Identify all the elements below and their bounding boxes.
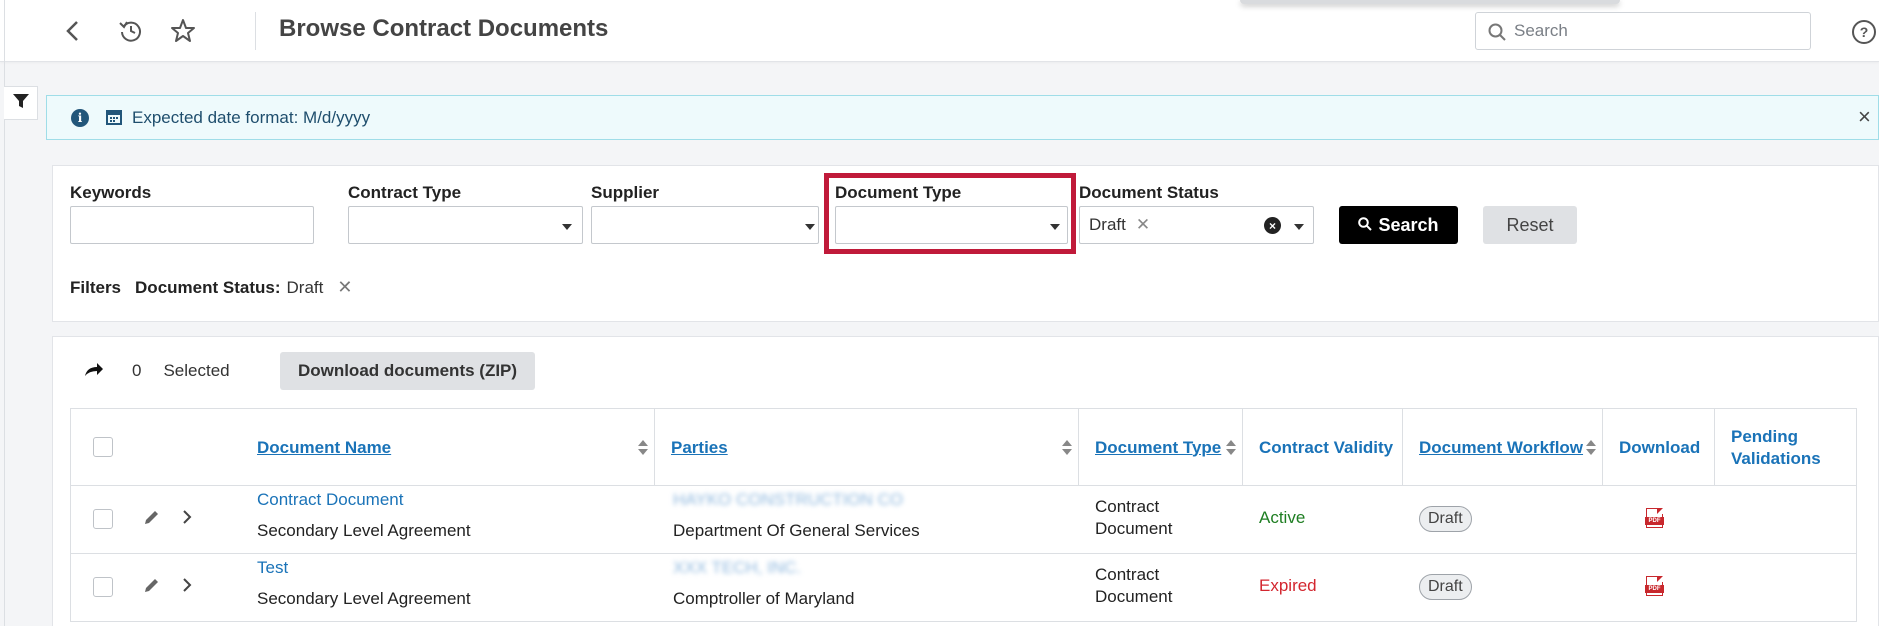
document-name-link[interactable]: Contract Document [257,490,403,510]
selection-summary: 0 Selected [84,352,230,390]
document-subtitle: Secondary Level Agreement [257,521,471,540]
pdf-download-icon[interactable]: PDF [1645,508,1664,528]
document-subtitle: Secondary Level Agreement [257,589,471,608]
table-row: Contract Document Secondary Level Agreem… [71,486,1856,554]
column-document-type[interactable]: Document Type [1079,409,1243,486]
edit-icon[interactable] [143,508,161,531]
back-icon[interactable] [56,14,90,48]
row-checkbox[interactable] [93,577,113,597]
table-row: Test Secondary Level Agreement XXX TECH,… [71,554,1856,622]
active-filter-key: Document Status: [135,277,281,297]
selected-label: Selected [163,361,230,380]
chip-remove-icon[interactable]: ✕ [1136,215,1150,235]
keywords-input[interactable] [70,206,314,244]
star-icon[interactable] [166,14,200,48]
active-filter-value: Draft [286,277,324,297]
overlay-shadow [1240,0,1620,4]
expand-chevron-icon[interactable] [181,576,193,599]
top-header: Browse Contract Documents Search ? [0,0,1879,62]
party-primary: HAYKO CONSTRUCTION CO [673,490,904,509]
edit-icon[interactable] [143,576,161,599]
document-status-label: Document Status [1079,183,1219,202]
document-status-select[interactable]: Draft ✕ × [1079,206,1314,244]
calendar-icon [105,108,123,131]
keywords-label: Keywords [70,183,152,202]
document-name-link[interactable]: Test [257,558,288,578]
reset-button[interactable]: Reset [1483,206,1577,244]
chevron-down-icon [1294,224,1304,230]
validity-status: Active [1259,508,1306,527]
select-all-cell [71,409,241,486]
contract-type-select[interactable] [348,206,583,244]
expand-chevron-icon[interactable] [181,508,193,531]
column-document-name[interactable]: Document Name [241,409,655,486]
workflow-badge: Draft [1419,506,1472,532]
party-primary: XXX TECH, INC. [673,558,802,577]
sort-icon[interactable] [1062,440,1072,456]
party-secondary: Department Of General Services [673,521,920,540]
status-chip-label: Draft [1089,215,1126,234]
chevron-down-icon [562,224,572,230]
global-search-placeholder: Search [1514,21,1568,40]
column-parties[interactable]: Parties [655,409,1079,486]
search-button[interactable]: Search [1339,206,1458,244]
clear-icon[interactable]: × [1264,217,1281,234]
banner-close-icon[interactable]: × [1858,104,1871,130]
pdf-download-icon[interactable]: PDF [1645,576,1664,596]
table-header: Document Name Parties Document Type Cont… [71,409,1856,486]
sort-icon[interactable] [1586,440,1596,456]
funnel-icon [12,92,30,115]
filter-toggle-button[interactable] [4,86,38,120]
column-contract-validity: Contract Validity [1243,409,1403,486]
help-icon[interactable]: ? [1852,20,1876,44]
history-icon[interactable] [114,14,148,48]
contract-type-label: Contract Type [348,183,462,202]
search-icon [1358,215,1373,236]
documents-table: Document Name Parties Document Type Cont… [70,408,1857,622]
sort-icon[interactable] [1226,440,1236,456]
banner-text: Expected date format: M/d/yyyy [132,108,371,127]
supplier-select[interactable] [591,206,819,244]
filters-label: Filters [70,277,122,297]
sort-icon[interactable] [638,440,648,456]
global-search-input[interactable]: Search [1475,12,1811,50]
active-filters: Filters Document Status: Draft ✕ [70,277,352,298]
search-button-label: Search [1378,214,1439,235]
page-title: Browse Contract Documents [279,15,609,42]
info-banner: i Expected date format: M/d/yyyy × [46,95,1879,140]
search-icon [1488,23,1506,46]
party-secondary: Comptroller of Maryland [673,589,855,608]
validity-status: Expired [1259,576,1317,595]
supplier-label: Supplier [591,183,660,202]
document-type-value: Contract Document [1095,565,1173,606]
selected-count: 0 [132,361,142,380]
info-icon: i [71,109,89,127]
select-all-checkbox[interactable] [93,437,113,457]
chevron-down-icon [805,224,815,230]
share-icon[interactable] [84,361,104,382]
header-divider [255,12,256,50]
document-type-value: Contract Document [1095,497,1173,538]
status-chip: Draft ✕ [1089,213,1150,237]
workflow-badge: Draft [1419,574,1472,600]
document-type-highlight [824,173,1076,254]
column-download: Download [1603,409,1715,486]
row-checkbox[interactable] [93,509,113,529]
column-pending-validations: Pending Validations [1731,426,1821,468]
remove-filter-icon[interactable]: ✕ [337,277,352,298]
column-document-workflow[interactable]: Document Workflow [1403,409,1603,486]
download-zip-button[interactable]: Download documents (ZIP) [280,352,535,390]
